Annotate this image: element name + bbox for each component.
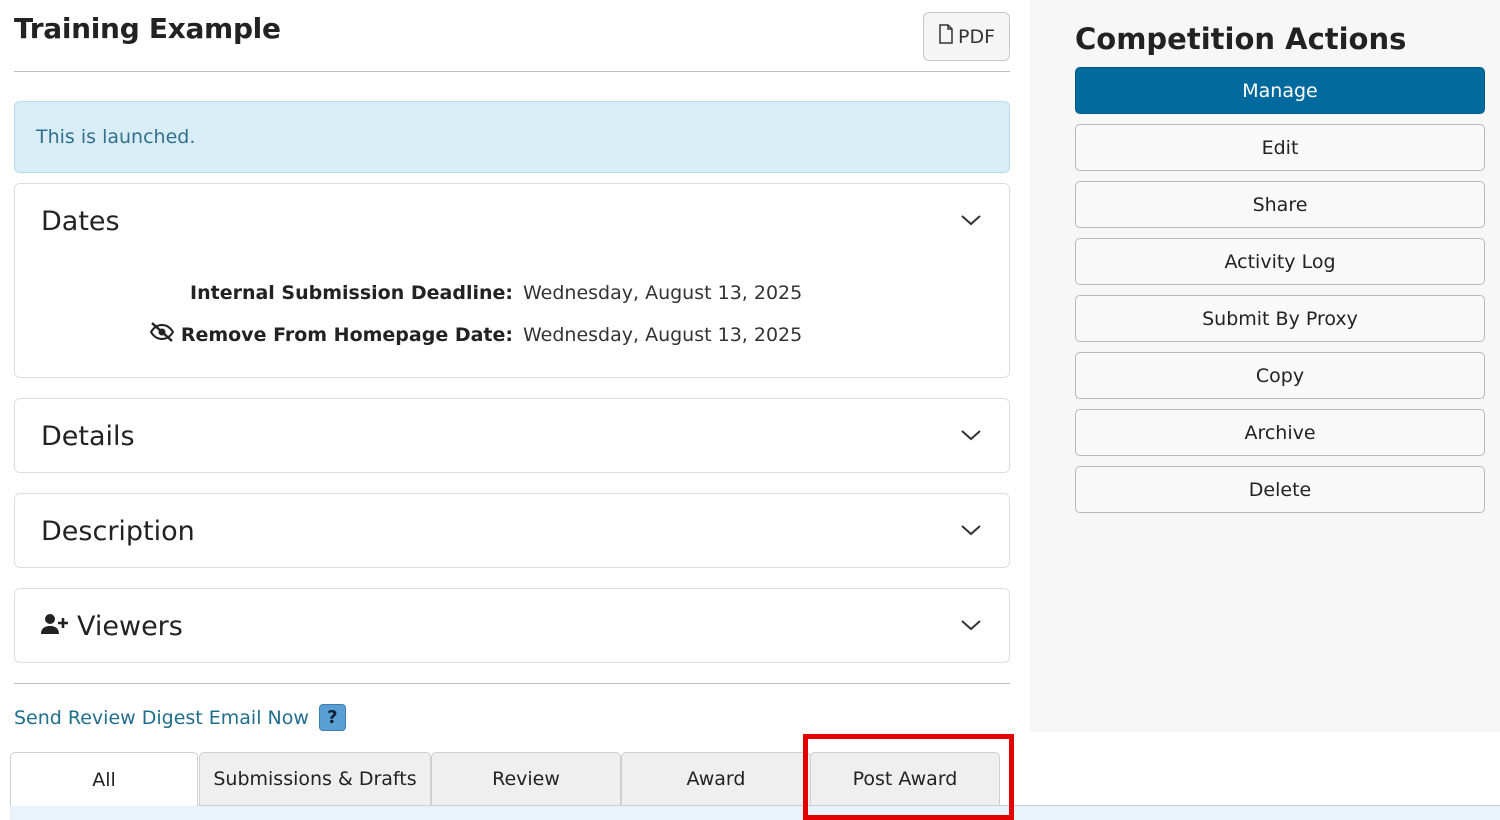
internal-deadline-row: Internal Submission Deadline: Wednesday,…	[15, 282, 802, 304]
pdf-button[interactable]: PDF	[923, 12, 1010, 61]
details-title: Details	[41, 421, 135, 452]
eye-slash-icon	[149, 322, 175, 347]
tab-content-area	[10, 805, 1500, 820]
viewers-panel[interactable]: Viewers	[14, 588, 1010, 663]
tab-all-label: All	[92, 768, 116, 791]
tab-review-label: Review	[492, 768, 560, 790]
delete-button[interactable]: Delete	[1075, 466, 1485, 513]
viewers-title: Viewers	[77, 611, 183, 642]
tab-post-award[interactable]: Post Award	[810, 752, 1000, 805]
competition-page: Training Example PDF This is launched. D…	[0, 0, 1500, 820]
share-button[interactable]: Share	[1075, 181, 1485, 228]
tab-award-label: Award	[686, 768, 746, 790]
section-divider	[14, 683, 1010, 684]
submit-by-proxy-button[interactable]: Submit By Proxy	[1075, 295, 1485, 342]
remove-homepage-label: Remove From Homepage Date:	[180, 323, 513, 346]
dates-panel: Dates Internal Submission Deadline: Wedn…	[14, 183, 1010, 378]
remove-homepage-row: Remove From Homepage Date: Wednesday, Au…	[15, 322, 802, 347]
activity-log-button[interactable]: Activity Log	[1075, 238, 1485, 285]
remove-homepage-label-wrap: Remove From Homepage Date:	[15, 322, 513, 347]
description-header[interactable]: Description	[41, 516, 195, 547]
tab-all[interactable]: All	[10, 752, 198, 806]
review-digest-link[interactable]: Send Review Digest Email Now ?	[14, 704, 346, 731]
tab-post-award-label: Post Award	[852, 768, 958, 790]
edit-button[interactable]: Edit	[1075, 124, 1485, 171]
chevron-down-icon[interactable]	[959, 613, 983, 637]
pdf-label: PDF	[957, 25, 996, 48]
chevron-down-icon[interactable]	[959, 208, 983, 232]
alert-text: This is launched.	[36, 126, 196, 148]
dates-header[interactable]: Dates	[41, 206, 120, 237]
archive-button[interactable]: Archive	[1075, 409, 1485, 456]
description-title: Description	[41, 516, 195, 547]
tab-submissions-drafts[interactable]: Submissions & Drafts	[199, 752, 431, 805]
dates-title: Dates	[41, 206, 120, 237]
tab-award[interactable]: Award	[621, 752, 811, 805]
chevron-down-icon[interactable]	[959, 423, 983, 447]
tab-review[interactable]: Review	[431, 752, 621, 805]
competition-actions-sidebar: Competition Actions Manage Edit Share Ac…	[1030, 0, 1500, 732]
help-glyph: ?	[327, 707, 338, 728]
remove-homepage-value: Wednesday, August 13, 2025	[523, 323, 803, 346]
internal-deadline-value: Wednesday, August 13, 2025	[523, 282, 803, 304]
page-title: Training Example	[14, 12, 281, 45]
user-plus-icon	[41, 611, 69, 642]
manage-button[interactable]: Manage	[1075, 67, 1485, 114]
tab-submissions-label: Submissions & Drafts	[213, 768, 417, 790]
chevron-down-icon[interactable]	[959, 518, 983, 542]
file-icon	[938, 24, 954, 49]
review-digest-text[interactable]: Send Review Digest Email Now	[14, 707, 309, 729]
description-panel[interactable]: Description	[14, 493, 1010, 568]
title-divider	[14, 71, 1010, 72]
viewers-header[interactable]: Viewers	[41, 611, 183, 642]
internal-deadline-label: Internal Submission Deadline:	[190, 282, 513, 304]
help-icon[interactable]: ?	[318, 704, 346, 731]
sidebar-title: Competition Actions	[1075, 22, 1407, 56]
launched-alert: This is launched.	[14, 101, 1010, 173]
details-header[interactable]: Details	[41, 421, 135, 452]
copy-button[interactable]: Copy	[1075, 352, 1485, 399]
details-panel[interactable]: Details	[14, 398, 1010, 473]
